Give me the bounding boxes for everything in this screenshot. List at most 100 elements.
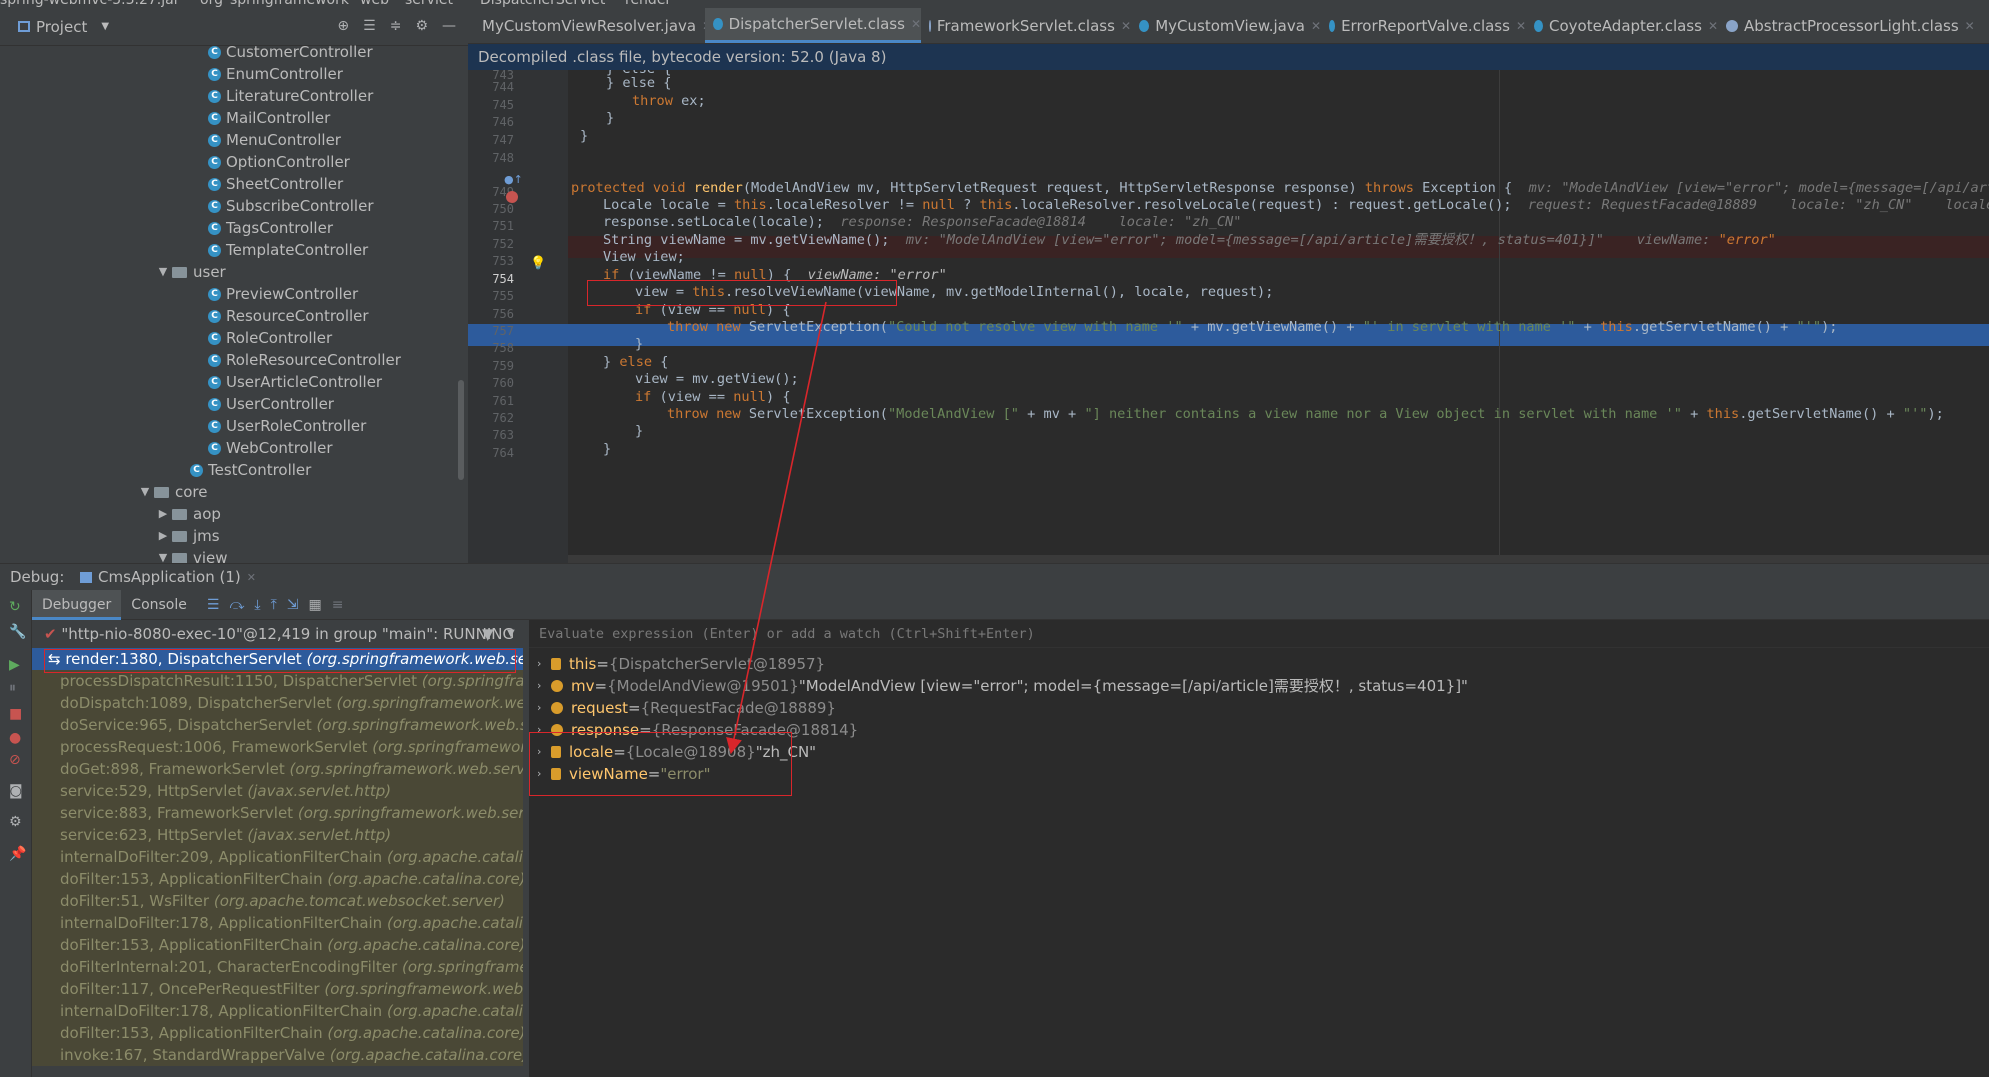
stack-frame[interactable]: internalDoFilter:178, ApplicationFilterC…: [32, 912, 529, 934]
tab-debugger[interactable]: Debugger: [32, 589, 122, 620]
step-out-icon[interactable]: ⤒: [271, 597, 277, 613]
chevron-right-icon[interactable]: ▶: [156, 503, 170, 525]
collapse-all-icon[interactable]: ≑: [390, 18, 402, 34]
breadcrumb-org[interactable]: org: [200, 0, 223, 8]
stack-frame[interactable]: doFilterInternal:201, CharacterEncodingF…: [32, 956, 529, 978]
expand-icon[interactable]: ›: [537, 675, 551, 697]
project-view-selector[interactable]: Project ▼: [18, 18, 109, 36]
mute-breakpoints-icon[interactable]: ⊘: [9, 752, 21, 768]
tab-coyoteadapter[interactable]: CoyoteAdapter.class ✕: [1526, 8, 1718, 43]
gear-icon[interactable]: ⚙: [415, 18, 428, 34]
stack-frame[interactable]: processDispatchResult:1150, DispatcherSe…: [32, 670, 529, 692]
tree-item[interactable]: C OptionController: [208, 151, 350, 173]
tree-item[interactable]: C TagsController: [208, 217, 333, 239]
tree-item[interactable]: C WebController: [208, 437, 333, 459]
tree-item[interactable]: C TestController: [190, 459, 311, 481]
stack-frame[interactable]: internalDoFilter:209, ApplicationFilterC…: [32, 846, 529, 868]
tree-item[interactable]: C CustomerController: [208, 41, 373, 63]
tree-item[interactable]: C UserController: [208, 393, 334, 415]
close-icon[interactable]: ✕: [911, 8, 921, 43]
resume-icon[interactable]: ▶: [9, 657, 20, 673]
close-icon[interactable]: ✕: [1121, 8, 1131, 43]
chevron-down-icon[interactable]: ▼: [507, 620, 515, 648]
project-scrollbar[interactable]: [458, 380, 464, 480]
stack-frame[interactable]: service:883, FrameworkServlet (org.sprin…: [32, 802, 529, 824]
chevron-down-icon[interactable]: ▼: [138, 481, 152, 503]
stack-frame[interactable]: service:529, HttpServlet (javax.servlet.…: [32, 780, 529, 802]
tab-errorreportvalve[interactable]: ErrorReportValve.class ✕: [1321, 8, 1526, 43]
evaluate-expression-input[interactable]: Evaluate expression (Enter) or add a wat…: [529, 620, 1989, 648]
close-icon[interactable]: ✕: [1708, 8, 1718, 43]
stack-frame[interactable]: doService:965, DispatcherServlet (org.sp…: [32, 714, 529, 736]
expand-all-icon[interactable]: ☰: [363, 18, 376, 34]
evaluate-icon[interactable]: ▦: [309, 597, 322, 613]
tree-item[interactable]: C UserArticleController: [208, 371, 382, 393]
breadcrumb-web[interactable]: web: [360, 0, 389, 8]
lightbulb-icon[interactable]: 💡: [530, 256, 546, 271]
tab-mycustomviewresolver[interactable]: MyCustomViewResolver.java✕: [468, 8, 712, 43]
tree-item[interactable]: C ResourceController: [208, 305, 369, 327]
gear-icon[interactable]: ⚙: [9, 814, 22, 830]
stack-frame[interactable]: doGet:898, FrameworkServlet (org.springf…: [32, 758, 529, 780]
tree-folder[interactable]: ▶ aop: [156, 503, 221, 525]
locate-icon[interactable]: ⊕: [337, 18, 349, 34]
stack-frame[interactable]: processRequest:1006, FrameworkServlet (o…: [32, 736, 529, 758]
thread-selector[interactable]: ✔ "http-nio-8080-exec-10"@12,419 in grou…: [32, 620, 529, 648]
stack-frame[interactable]: doFilter:51, WsFilter (org.apache.tomcat…: [32, 890, 529, 912]
tree-item[interactable]: C SubscribeController: [208, 195, 373, 217]
view-breakpoints-icon[interactable]: ●: [9, 730, 21, 746]
override-icon[interactable]: ●↑: [504, 173, 523, 186]
pause-icon[interactable]: ⏸: [9, 680, 16, 696]
tree-item[interactable]: C TemplateController: [208, 239, 368, 261]
tree-item[interactable]: C EnumController: [208, 63, 343, 85]
close-icon[interactable]: ✕: [1311, 8, 1321, 43]
tree-item[interactable]: C LiteratureController: [208, 85, 373, 107]
close-icon[interactable]: ✕: [1965, 8, 1975, 43]
tab-console[interactable]: Console: [121, 590, 197, 620]
breadcrumb-servlet[interactable]: servlet: [405, 0, 453, 8]
tree-folder[interactable]: ▼ user: [156, 261, 226, 283]
tab-frameworkservlet[interactable]: FrameworkServlet.class ✕: [921, 8, 1131, 43]
tree-folder[interactable]: ▶ jms: [156, 525, 220, 547]
expand-icon[interactable]: ›: [537, 697, 551, 719]
close-icon[interactable]: ✕: [247, 564, 256, 591]
tree-item[interactable]: C RoleResourceController: [208, 349, 401, 371]
tree-item[interactable]: C MailController: [208, 107, 330, 129]
show-execution-point-icon[interactable]: ☰: [207, 597, 220, 613]
tree-item[interactable]: C UserRoleController: [208, 415, 366, 437]
chevron-right-icon[interactable]: ▶: [156, 525, 170, 547]
debug-session-tab[interactable]: CmsApplication (1) ✕: [80, 564, 256, 591]
tab-abstractprocessorlight[interactable]: AbstractProcessorLight.class ✕: [1718, 8, 1989, 43]
chevron-down-icon[interactable]: ▼: [156, 261, 170, 283]
stack-frame[interactable]: doDispatch:1089, DispatcherServlet (org.…: [32, 692, 529, 714]
tree-item[interactable]: C RoleController: [208, 327, 332, 349]
stack-frame[interactable]: service:623, HttpServlet (javax.servlet.…: [32, 824, 529, 846]
stack-frame[interactable]: doFilter:117, OncePerRequestFilter (org.…: [32, 978, 529, 1000]
filter-icon[interactable]: ▼: [482, 620, 494, 648]
stop-icon[interactable]: ■: [9, 706, 22, 722]
code-editor[interactable]: } else { } else { throw ex; } } protecte…: [568, 70, 1989, 563]
variable-row[interactable]: › request = {RequestFacade@18889}: [537, 697, 836, 719]
step-into-icon[interactable]: ⤓: [254, 597, 260, 613]
wrench-icon[interactable]: 🔧: [9, 624, 26, 640]
stack-frame[interactable]: doFilter:153, ApplicationFilterChain (or…: [32, 1022, 529, 1044]
run-to-cursor-icon[interactable]: ⇲: [287, 597, 299, 613]
breadcrumb-method[interactable]: render: [625, 0, 671, 8]
stack-frame[interactable]: internalDoFilter:178, ApplicationFilterC…: [32, 1000, 529, 1022]
breadcrumb-jar[interactable]: spring-webmvc-5.3.27.jar: [0, 0, 179, 8]
breakpoint-icon[interactable]: [506, 191, 518, 203]
tab-mycustomview[interactable]: MyCustomView.java ✕: [1131, 8, 1321, 43]
trace-icon[interactable]: ≡: [332, 597, 344, 613]
breadcrumb-springframework[interactable]: springframework: [230, 0, 349, 8]
stack-frame[interactable]: doFilter:153, ApplicationFilterChain (or…: [32, 868, 529, 890]
tree-item[interactable]: C MenuController: [208, 129, 341, 151]
rerun-icon[interactable]: ↻: [9, 599, 21, 615]
variable-row[interactable]: › mv = {ModelAndView@19501} "ModelAndView…: [537, 675, 1468, 697]
tree-item[interactable]: C PreviewController: [208, 283, 358, 305]
breadcrumb-class[interactable]: DispatcherServlet: [480, 0, 605, 8]
close-icon[interactable]: ✕: [1516, 8, 1526, 43]
tree-item[interactable]: C SheetController: [208, 173, 343, 195]
tree-folder[interactable]: ▼ core: [138, 481, 208, 503]
camera-icon[interactable]: ◙: [9, 783, 23, 799]
stack-frame[interactable]: invoke:167, StandardWrapperValve (org.ap…: [32, 1044, 529, 1066]
